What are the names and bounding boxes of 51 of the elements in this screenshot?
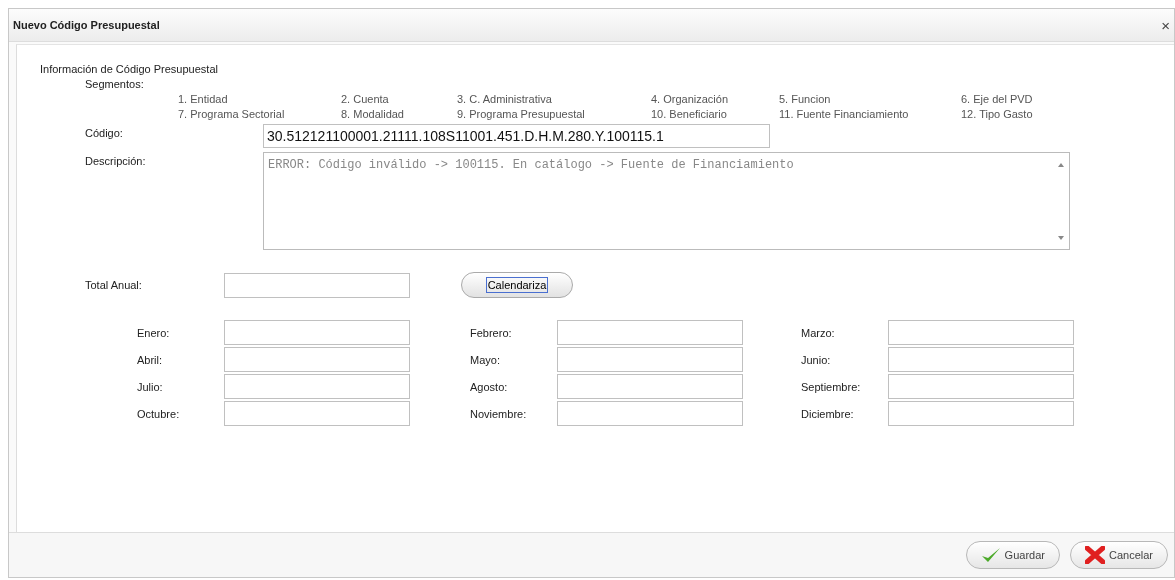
month-label: Noviembre: bbox=[470, 407, 528, 420]
close-button[interactable]: × bbox=[1161, 16, 1170, 34]
code-field[interactable]: 30.512121100001.21111.108S11001.451.D.H.M.280.Y.100115.1 bbox=[263, 124, 770, 148]
cross-icon bbox=[1084, 546, 1105, 564]
month-label: Abril: bbox=[137, 353, 164, 366]
save-button[interactable]: Guardar bbox=[965, 541, 1060, 569]
segment-label: 8. Modalidad bbox=[341, 108, 405, 120]
section-title: Información de Código Presupuestal bbox=[40, 63, 219, 75]
segment-label: 5. Funcion bbox=[779, 93, 832, 105]
field-label: Total Anual: bbox=[85, 279, 143, 291]
window-title: Nuevo Código Presupuestal bbox=[13, 19, 160, 31]
field-label: Código: bbox=[85, 126, 124, 141]
segment-label: 11. Fuente Financiamiento bbox=[779, 108, 910, 120]
month-label: Diciembre: bbox=[801, 407, 855, 420]
month-label: Enero: bbox=[137, 326, 171, 339]
month-field[interactable] bbox=[224, 320, 410, 345]
month-field[interactable] bbox=[224, 401, 410, 426]
segment-label: 10. Beneficiario bbox=[651, 108, 728, 120]
cancel-button[interactable]: Cancelar bbox=[1069, 541, 1168, 569]
segment-label: 7. Programa Sectorial bbox=[178, 108, 286, 120]
month-field[interactable] bbox=[888, 401, 1074, 426]
month-label: Julio: bbox=[137, 380, 164, 393]
segment-label: 9. Programa Presupuestal bbox=[457, 108, 586, 120]
month-label: Febrero: bbox=[470, 326, 513, 339]
month-label: Octubre: bbox=[137, 407, 181, 420]
segments-label: Segmentos: bbox=[85, 78, 145, 90]
month-field[interactable] bbox=[557, 401, 743, 426]
segment-label: 1. Entidad bbox=[178, 93, 229, 105]
month-field[interactable] bbox=[224, 347, 410, 372]
month-field[interactable] bbox=[888, 347, 1074, 372]
month-label: Agosto: bbox=[470, 380, 509, 393]
segment-label: 12. Tipo Gasto bbox=[961, 108, 1034, 120]
segment-label: 3. C. Administrativa bbox=[457, 93, 553, 105]
month-label: Mayo: bbox=[470, 353, 501, 366]
month-label: Junio: bbox=[801, 353, 832, 366]
month-field[interactable] bbox=[224, 374, 410, 399]
field-label: Descripción: bbox=[85, 154, 147, 169]
month-field[interactable] bbox=[557, 347, 743, 372]
month-field[interactable] bbox=[888, 320, 1074, 345]
calendariza-button[interactable]: Calendariza bbox=[461, 272, 573, 298]
month-field[interactable] bbox=[557, 374, 743, 399]
month-label: Marzo: bbox=[801, 326, 836, 339]
month-label: Septiembre: bbox=[801, 380, 862, 393]
total-field[interactable] bbox=[224, 272, 410, 298]
description-field[interactable]: ERROR: Código inválido -> 100115. En catálogo -> Fuente de Financiamiento bbox=[263, 152, 1070, 250]
segment-label: 2. Cuenta bbox=[341, 93, 390, 105]
segment-label: 4. Organización bbox=[651, 93, 730, 105]
month-field[interactable] bbox=[557, 320, 743, 345]
month-field[interactable] bbox=[888, 374, 1074, 399]
checkmark-icon bbox=[980, 547, 1001, 563]
segment-label: 6. Eje del PVD bbox=[961, 93, 1034, 105]
